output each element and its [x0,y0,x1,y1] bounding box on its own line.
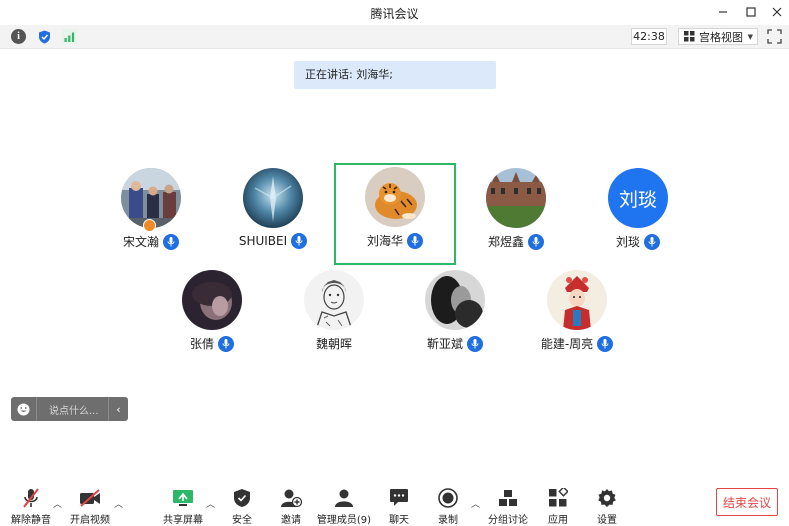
camera-off-icon [79,486,101,509]
record-icon [438,486,458,509]
microphone-icon[interactable] [407,232,423,249]
emoji-icon[interactable] [11,397,37,421]
close-icon[interactable] [766,3,788,21]
share-screen-button[interactable]: 共享屏幕 [155,480,211,526]
invite-label: 邀请 [281,515,301,526]
participant-tile[interactable]: 刘琰 刘琰 [577,164,699,266]
chat-bubble-icon [389,486,409,509]
microphone-icon[interactable] [467,335,483,352]
avatar [243,168,303,228]
participant-name: 张倩 [189,337,214,351]
apps-button[interactable]: 应用 [530,480,586,526]
video-options-chevron-icon[interactable]: ︿ [114,497,123,510]
microphone-icon[interactable] [528,233,544,250]
participant-tile[interactable]: 能建-周亮 [516,266,638,368]
view-mode-label: 宫格视图 [699,30,743,44]
unmute-label: 解除静音 [11,515,51,526]
apps-label: 应用 [548,515,568,526]
view-mode-dropdown[interactable]: 宫格视图 ▼ [678,28,758,45]
start-video-label: 开启视频 [70,515,110,526]
microphone-icon[interactable] [597,335,614,352]
avatar [365,167,425,227]
meeting-toolbar: 解除静音 ︿ 开启视频 ︿ 共享屏幕 ︿ 安全 邀请 管理成员(9) 聊天 录制… [0,480,789,526]
avatar [547,270,607,330]
participant-name: 宋文瀚 [122,235,159,249]
security-shield-icon [233,486,251,509]
chat-button[interactable]: 聊天 [371,480,427,526]
avatar [304,270,364,330]
info-icon[interactable]: i [11,29,26,44]
breakout-button[interactable]: 分组讨论 [480,480,536,526]
settings-button[interactable]: 设置 [579,480,635,526]
participant-name: 郑煜鑫 [487,235,524,249]
collapse-chat-icon[interactable]: ‹ [108,397,128,421]
participant-name: 刘琰 [615,235,640,249]
gear-icon [597,486,617,509]
unmute-button[interactable]: 解除静音 [3,480,59,526]
signal-icon[interactable] [62,29,77,44]
start-video-button[interactable]: 开启视频 [62,480,118,526]
participant-tile[interactable]: SHUIBEI [212,164,334,266]
microphone-icon[interactable] [644,233,660,250]
participant-name: SHUIBEI [238,234,288,248]
speaking-banner: 正在讲话: 刘海华; [294,61,496,89]
window-title: 腾讯会议 [370,7,419,21]
microphone-muted-icon [21,486,41,509]
maximize-icon[interactable] [740,3,762,21]
grid-icon [684,31,695,42]
participant-tile[interactable]: 魏朝晖 [273,266,395,368]
record-button[interactable]: 录制 [420,480,476,526]
audio-options-chevron-icon[interactable]: ︿ [53,497,62,510]
end-meeting-button[interactable]: 结束会议 [716,488,778,516]
settings-label: 设置 [597,515,617,526]
participant-tile[interactable]: 宋文瀚 [90,164,212,266]
share-screen-icon [172,486,194,509]
avatar: 刘琰 [608,168,668,228]
security-button[interactable]: 安全 [214,480,270,526]
avatar [182,270,242,330]
meeting-timer: 42:38 [631,28,667,45]
avatar [486,168,546,228]
breakout-rooms-icon [498,486,518,509]
chevron-down-icon: ▼ [747,32,753,41]
chat-bar: 说点什么... ‹ [11,397,128,421]
participant-name: 刘海华 [366,234,403,248]
fullscreen-icon[interactable] [767,29,782,44]
host-badge-icon [143,219,156,232]
chat-input[interactable]: 说点什么... [37,402,108,417]
title-bar: 腾讯会议 [0,0,789,25]
record-label: 录制 [438,515,458,526]
minimize-icon[interactable] [712,3,734,21]
chat-label: 聊天 [389,515,409,526]
security-label: 安全 [232,515,252,526]
participant-name: 靳亚斌 [426,337,463,351]
participant-tile[interactable]: 靳亚斌 [394,266,516,368]
participant-tile[interactable]: 张倩 [151,266,273,368]
participant-name: 魏朝晖 [315,337,352,351]
shield-icon[interactable] [37,29,52,44]
microphone-icon[interactable] [291,233,308,249]
avatar [425,270,485,330]
record-options-chevron-icon[interactable]: ︿ [471,497,480,510]
members-icon [334,486,354,509]
apps-icon [548,486,568,509]
participant-name: 能建-周亮 [540,337,594,351]
participant-tile-active[interactable]: 刘海华 [334,163,456,265]
manage-members-button[interactable]: 管理成员(9) [316,480,372,526]
microphone-icon[interactable] [163,233,179,250]
share-screen-label: 共享屏幕 [163,515,203,526]
avatar-initials: 刘琰 [608,168,668,228]
manage-members-label: 管理成员(9) [316,515,372,526]
breakout-label: 分组讨论 [488,515,528,526]
status-bar: i 42:38 宫格视图 ▼ [0,25,789,49]
add-user-icon [280,486,302,509]
invite-button[interactable]: 邀请 [263,480,319,526]
microphone-icon[interactable] [218,335,234,352]
participant-tile[interactable]: 郑煜鑫 [455,164,577,266]
